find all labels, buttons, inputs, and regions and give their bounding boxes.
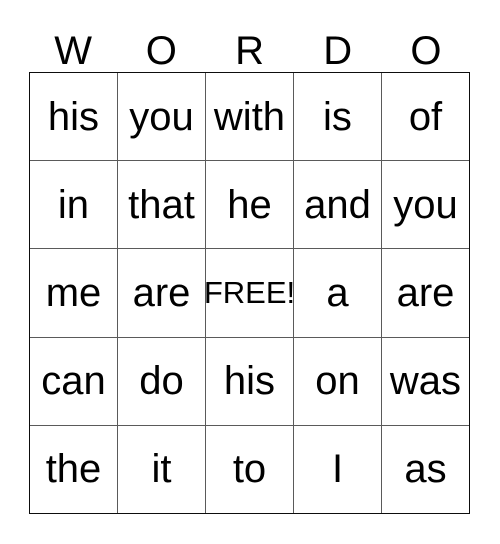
bingo-cell[interactable]: to	[206, 425, 294, 514]
bingo-cell[interactable]: it	[118, 425, 206, 514]
bingo-row: can do his on was	[30, 337, 469, 426]
bingo-card: W O R D O his you with is of in that he …	[0, 0, 500, 544]
bingo-cell[interactable]: the	[30, 425, 118, 514]
bingo-cell[interactable]: me	[30, 249, 118, 337]
bingo-cell[interactable]: a	[294, 249, 382, 337]
bingo-cell[interactable]: in	[30, 161, 118, 249]
bingo-cell[interactable]: his	[30, 73, 118, 161]
header-letter-4: D	[323, 29, 353, 73]
bingo-cell[interactable]: of	[382, 73, 469, 161]
bingo-row: in that he and you	[30, 161, 469, 250]
bingo-header-row: W O R D O	[29, 20, 470, 72]
bingo-cell[interactable]: is	[294, 73, 382, 161]
bingo-cell[interactable]: he	[206, 161, 294, 249]
bingo-cell[interactable]: you	[382, 161, 469, 249]
bingo-cell[interactable]: are	[118, 249, 206, 337]
bingo-cell[interactable]: on	[294, 337, 382, 425]
bingo-free-space-cell[interactable]: FREE!	[206, 249, 294, 337]
bingo-cell[interactable]: and	[294, 161, 382, 249]
header-letter-3: R	[235, 29, 264, 73]
bingo-cell[interactable]: are	[382, 249, 469, 337]
bingo-cell[interactable]: I	[294, 425, 382, 514]
header-letter-5: O	[410, 29, 442, 73]
bingo-cell[interactable]: you	[118, 73, 206, 161]
header-letter-2: O	[145, 29, 177, 73]
bingo-cell[interactable]: as	[382, 425, 469, 514]
bingo-cell[interactable]: with	[206, 73, 294, 161]
bingo-row: me are FREE! a are	[30, 249, 469, 338]
bingo-row: his you with is of	[30, 73, 469, 162]
bingo-cell[interactable]: that	[118, 161, 206, 249]
bingo-cell[interactable]: do	[118, 337, 206, 425]
bingo-row: the it to I as	[30, 425, 469, 514]
header-letter-1: W	[54, 29, 92, 73]
bingo-grid: his you with is of in that he and you me…	[29, 72, 470, 514]
bingo-cell[interactable]: his	[206, 337, 294, 425]
bingo-cell[interactable]: can	[30, 337, 118, 425]
bingo-cell[interactable]: was	[382, 337, 469, 425]
